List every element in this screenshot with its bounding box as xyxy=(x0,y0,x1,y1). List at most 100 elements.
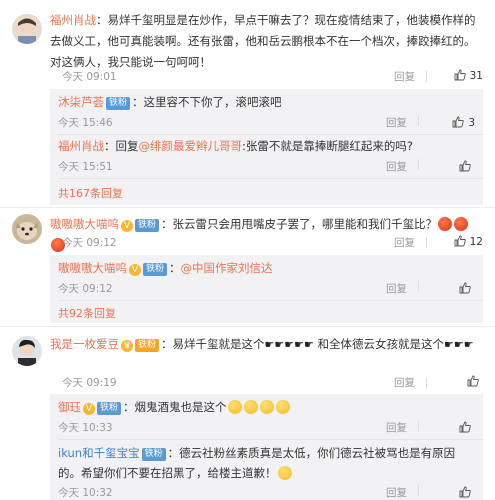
comment-meta: 今天 09:19 回复 xyxy=(62,375,483,391)
reply-item: ikun和千玺宝宝 铁粉 ：德云社粉丝素质真是太低，你们德云社被骂也是有原因的。希望… xyxy=(58,443,475,499)
divider xyxy=(58,178,483,179)
meta-divider xyxy=(418,115,419,126)
verified-v-icon: V xyxy=(129,264,141,276)
like-count: 3 xyxy=(468,117,475,129)
comment-meta: 今天 09:01 回复 31 xyxy=(62,69,483,85)
thumbs-up-icon xyxy=(459,486,471,498)
thumbs-up-emoji-icon xyxy=(275,400,290,414)
reply-button[interactable]: 回复 xyxy=(394,69,415,84)
fan-badge: 铁粉 xyxy=(135,339,160,352)
reply-item: 嗷嗷嗷大喵呜 V 铁粉 ：@中国作家刘信达 今天 09:12 回复 xyxy=(58,258,475,295)
angry-emoji-icon xyxy=(454,217,469,231)
thumbs-up-icon xyxy=(467,375,479,387)
avatar[interactable] xyxy=(12,336,42,366)
reply-meta: 今天 15:51 回复 xyxy=(58,157,475,173)
thumbs-up-emoji-icon xyxy=(259,400,274,414)
reply-username[interactable]: 御珏 xyxy=(58,400,81,414)
reply-text: :张雷不就是靠捧断腿红起来的吗? xyxy=(242,139,413,153)
thumbs-up-icon xyxy=(459,160,471,172)
like-button[interactable] xyxy=(427,157,475,177)
more-replies-link[interactable]: 共167条回复 xyxy=(58,185,123,201)
reply-button[interactable]: 回复 xyxy=(394,375,415,390)
reply-button[interactable]: 回复 xyxy=(386,483,407,500)
meta-divider xyxy=(426,71,427,82)
comment-text: ：易烊千玺明显是在炒作，早点干嘛去了？现在疫情结束了，他装模作样的去做义工，他可… xyxy=(50,13,476,69)
reply-button[interactable]: 回复 xyxy=(386,279,407,299)
fan-badge: 铁粉 xyxy=(141,448,166,461)
meta-divider xyxy=(418,485,419,496)
thumbs-up-icon xyxy=(454,69,466,81)
timestamp: 今天 09:19 xyxy=(62,377,117,389)
reply-button[interactable]: 回复 xyxy=(386,418,407,438)
thumbs-up-emoji-icon xyxy=(227,400,242,414)
thumbs-down-icon: ☛☛☛ xyxy=(443,338,474,351)
thumbs-up-icon xyxy=(459,282,471,294)
like-button[interactable] xyxy=(435,375,483,388)
reply-meta: 今天 10:32 回复 xyxy=(58,483,475,499)
like-button[interactable] xyxy=(427,279,475,299)
meta-divider xyxy=(426,237,427,248)
timestamp: 今天 15:46 xyxy=(58,117,113,129)
meta-divider xyxy=(418,281,419,292)
like-count: 31 xyxy=(469,70,483,82)
like-button[interactable]: 3 xyxy=(427,113,475,133)
divider xyxy=(0,326,495,327)
comment-username[interactable]: 福州肖战 xyxy=(50,13,96,27)
mention-link[interactable]: @中国作家刘信达 xyxy=(181,261,273,275)
comment-body: 福州肖战：易烊千玺明显是在炒作，早点干嘛去了？现在疫情结束了，他装模作样的去做义… xyxy=(50,10,483,73)
reply-username[interactable]: 沐柒芦荟 xyxy=(58,95,104,109)
fan-badge: 铁粉 xyxy=(97,402,122,415)
comment-username[interactable]: 嗷嗷嗷大喵呜 xyxy=(50,217,119,231)
reply-username[interactable]: 福州肖战 xyxy=(58,139,104,153)
thumbs-up-icon xyxy=(459,421,471,433)
reply-prefix: ：回复 xyxy=(104,139,139,153)
timestamp: 今天 10:32 xyxy=(58,487,113,499)
comment-body: 我是一枚爱豆 ♛ 铁粉 ：易烊千玺就是这个☛☛☛☛☛ 和全体德云女孩就是这个☛☛☛ xyxy=(50,334,483,355)
comment-meta: 今天 09:12 回复 12 xyxy=(62,235,483,251)
mention-link[interactable]: @绯颜最爱辫儿哥哥 xyxy=(139,139,243,153)
reply-item: 御珏 V 铁粉 ：烟鬼酒鬼也是这个 今天 10:33 回复 xyxy=(58,397,475,434)
comment-username[interactable]: 我是一枚爱豆 xyxy=(50,337,119,351)
divider xyxy=(58,300,483,301)
timestamp: 今天 09:01 xyxy=(62,71,117,83)
like-button[interactable]: 31 xyxy=(435,69,483,82)
reply-button[interactable]: 回复 xyxy=(386,157,407,177)
crown-icon: ♛ xyxy=(121,340,133,352)
verified-v-icon: V xyxy=(121,220,133,232)
reply-meta: 今天 09:12 回复 xyxy=(58,279,475,295)
timestamp: 今天 10:33 xyxy=(58,422,113,434)
reply-text: ：这里容不下你了，滚吧滚吧 xyxy=(132,95,282,109)
comment-text-2: 和全体德云女孩就是这个 xyxy=(317,337,444,351)
timestamp: 今天 09:12 xyxy=(58,283,113,295)
meta-divider xyxy=(418,420,419,431)
like-button[interactable] xyxy=(427,483,475,500)
thumbs-up-icon xyxy=(452,116,465,128)
reply-button[interactable]: 回复 xyxy=(394,235,415,250)
divider xyxy=(58,439,483,440)
fan-badge: 铁粉 xyxy=(143,263,168,276)
thumbs-up-emoji-icon xyxy=(243,400,258,414)
timestamp: 今天 15:51 xyxy=(58,161,113,173)
comment-text: ：张云雷只会用甩嘴皮子罢了，哪里能和我们千玺比？ xyxy=(161,217,438,231)
timestamp: 今天 09:12 xyxy=(62,237,117,249)
reply-item: 福州肖战：回复@绯颜最爱辫儿哥哥:张雷不就是靠捧断腿红起来的吗? 今天 15:5… xyxy=(58,136,475,173)
reply-list: 沐柒芦荟 铁粉 ：这里容不下你了，滚吧滚吧 今天 15:46 回复 3 福州肖战：回… xyxy=(50,89,483,205)
reply-button[interactable]: 回复 xyxy=(386,113,407,133)
meta-divider xyxy=(418,159,419,170)
like-button[interactable]: 12 xyxy=(435,235,483,248)
reply-username[interactable]: 嗷嗷嗷大喵呜 xyxy=(58,261,127,275)
angry-emoji-icon xyxy=(438,217,453,231)
divider xyxy=(58,134,483,135)
reply-username[interactable]: ikun和千玺宝宝 xyxy=(58,446,140,460)
avatar[interactable] xyxy=(12,14,42,44)
reply-list: 嗷嗷嗷大喵呜 V 铁粉 ：@中国作家刘信达 今天 09:12 回复 共92条回复 xyxy=(50,255,483,323)
meta-divider xyxy=(426,377,427,388)
more-replies-link[interactable]: 共92条回复 xyxy=(58,305,116,321)
avatar[interactable] xyxy=(12,214,42,244)
like-button[interactable] xyxy=(427,418,475,438)
reply-meta: 今天 10:33 回复 xyxy=(58,418,475,434)
smile-emoji-icon xyxy=(277,466,292,480)
reply-text: ：烟鬼酒鬼也是这个 xyxy=(123,400,227,414)
comment-text: ：易烊千玺就是这个 xyxy=(161,337,265,351)
divider xyxy=(0,207,495,208)
